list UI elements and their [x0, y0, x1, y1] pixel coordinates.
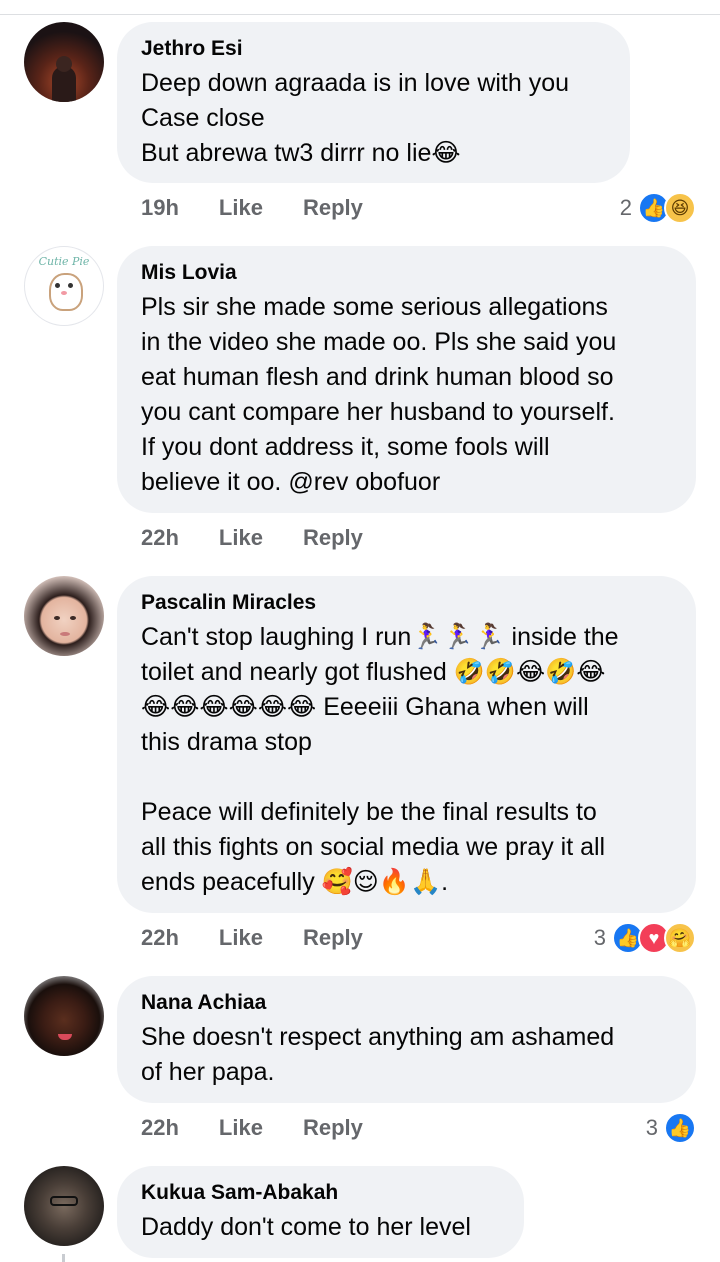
comment-author[interactable]: Jethro Esi	[141, 36, 606, 62]
reaction-summary[interactable]: 3 👍	[646, 1111, 696, 1145]
reaction-summary[interactable]: 2 👍 😆	[620, 191, 696, 225]
comment-bubble: Mis Lovia Pls sir she made some serious …	[117, 246, 696, 513]
comment-text: Deep down agraada is in love with you Ca…	[141, 69, 570, 167]
comment-actions: 22h Like Reply	[141, 522, 403, 554]
like-button[interactable]: Like	[219, 1115, 263, 1141]
comment-author[interactable]: Kukua Sam-Abakah	[141, 1180, 500, 1206]
comment-bubble: Jethro Esi Deep down agraada is in love …	[117, 22, 630, 183]
comment-author[interactable]: Pascalin Miracles	[141, 590, 672, 616]
reaction-count: 3	[593, 925, 606, 950]
comment-text: Pls sir she made some serious allegation…	[141, 293, 617, 496]
comment-text: Daddy don't come to her level	[141, 1213, 471, 1241]
reply-button[interactable]: Reply	[303, 525, 363, 551]
like-reaction-icon: 👍	[664, 1112, 696, 1144]
reaction-count: 2	[619, 195, 632, 220]
comment-time[interactable]: 19h	[141, 195, 179, 221]
avatar[interactable]	[24, 22, 104, 102]
reply-button[interactable]: Reply	[303, 1115, 363, 1141]
comment-actions: 19h Like Reply	[141, 192, 403, 224]
comment-author[interactable]: Mis Lovia	[141, 260, 672, 286]
comment-actions: 22h Like Reply	[141, 922, 403, 954]
like-button[interactable]: Like	[219, 525, 263, 551]
like-button[interactable]: Like	[219, 195, 263, 221]
cat-icon	[49, 273, 83, 311]
comment-actions: 22h Like Reply	[141, 1112, 403, 1144]
comment-time[interactable]: 22h	[141, 925, 179, 951]
comment-text: She doesn't respect anything am ashamed …	[141, 1023, 615, 1086]
avatar[interactable]: Cutie Pie	[24, 246, 104, 326]
comment-text: Can't stop laughing I run🏃‍♀️🏃‍♀️🏃‍♀️ in…	[141, 623, 619, 896]
comment-bubble: Pascalin Miracles Can't stop laughing I …	[117, 576, 696, 913]
like-button[interactable]: Like	[219, 925, 263, 951]
comment-bubble: Nana Achiaa She doesn't respect anything…	[117, 976, 696, 1103]
scroll-indicator	[62, 1254, 65, 1262]
comment-time[interactable]: 22h	[141, 1115, 179, 1141]
reaction-count: 3	[645, 1115, 658, 1140]
top-divider	[0, 14, 720, 15]
comment-author[interactable]: Nana Achiaa	[141, 990, 672, 1016]
avatar-caption: Cutie Pie	[38, 255, 90, 268]
comment-bubble: Kukua Sam-Abakah Daddy don't come to her…	[117, 1166, 524, 1258]
reply-button[interactable]: Reply	[303, 195, 363, 221]
avatar[interactable]	[24, 576, 104, 656]
care-reaction-icon: 🤗	[664, 922, 696, 954]
avatar[interactable]	[24, 1166, 104, 1246]
reply-button[interactable]: Reply	[303, 925, 363, 951]
avatar[interactable]	[24, 976, 104, 1056]
comment-time[interactable]: 22h	[141, 525, 179, 551]
reaction-summary[interactable]: 3 👍 ♥ 🤗	[594, 921, 696, 955]
haha-reaction-icon: 😆	[664, 192, 696, 224]
